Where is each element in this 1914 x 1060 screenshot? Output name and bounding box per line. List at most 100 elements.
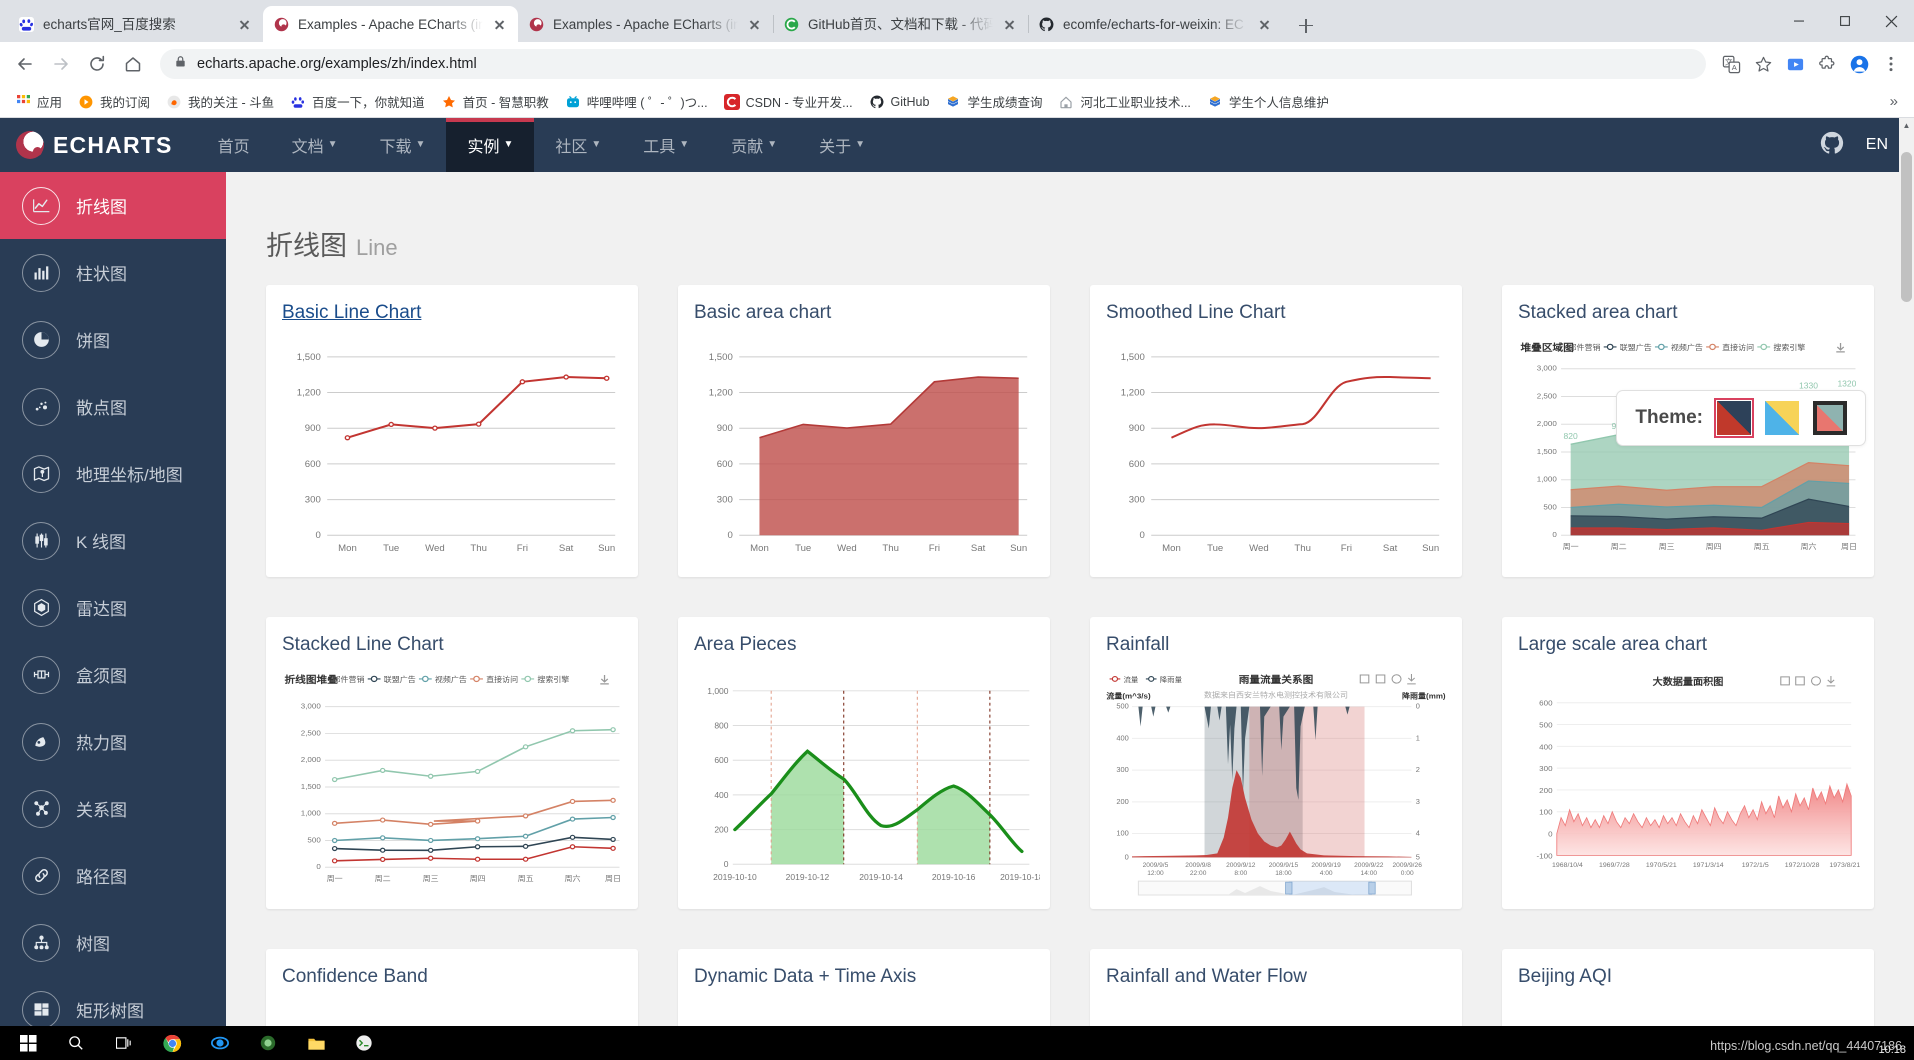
bookmark-apps[interactable]: 应用 [8, 89, 69, 114]
new-tab-button[interactable] [1289, 8, 1323, 42]
example-card[interactable]: Area Pieces 1,000 800 600 400 200 0 2019… [678, 617, 1050, 909]
extension-puzzle-icon[interactable] [1812, 49, 1842, 79]
site-logo[interactable]: ECHARTS [0, 118, 197, 172]
minimize-icon[interactable] [1776, 0, 1822, 42]
example-card[interactable]: Large scale area chart 大数据量面积图 600 500 4… [1502, 617, 1874, 909]
nav-item-home[interactable]: 首页 [197, 118, 271, 172]
sidebar-item-path[interactable]: 路径图 [0, 842, 226, 909]
theme-swatch-blue-yellow[interactable] [1765, 401, 1799, 435]
nav-item-tools[interactable]: 工具 ▼ [622, 118, 710, 172]
sidebar-item-boxplot[interactable]: 盒须图 [0, 641, 226, 708]
bookmark-item[interactable]: 百度一下，你就知道 [283, 89, 432, 114]
theme-swatch-dark-border[interactable] [1813, 401, 1847, 435]
browser-tab[interactable]: echarts官网_百度搜索 [8, 6, 263, 42]
example-card[interactable]: Basic Line Chart 1,500 1,200 900 600 300… [266, 285, 638, 577]
sidebar-item-line[interactable]: 折线图 [0, 172, 226, 239]
svg-text:600: 600 [305, 459, 321, 469]
close-window-icon[interactable] [1868, 0, 1914, 42]
browser-tab-active[interactable]: Examples - Apache ECharts (in [263, 6, 518, 42]
example-card[interactable]: Smoothed Line Chart 1,500 1,200 900 600 … [1090, 285, 1462, 577]
card-title[interactable]: Area Pieces [678, 617, 1050, 669]
theme-selector: Theme: [1616, 390, 1866, 446]
translate-icon[interactable]: 文A [1716, 49, 1746, 79]
chart-datazoom[interactable] [1137, 880, 1412, 896]
bookmark-item[interactable]: 我的订阅 [71, 89, 157, 114]
profile-icon[interactable] [1844, 49, 1874, 79]
card-title[interactable]: Basic Line Chart [266, 285, 638, 337]
example-card[interactable]: Rainfall 流量 降雨量 雨量流量关系图 数据来自西安兰特水电测控技术有限… [1090, 617, 1462, 909]
sidebar-item-scatter[interactable]: 散点图 [0, 373, 226, 440]
close-icon[interactable] [236, 16, 253, 33]
github-icon[interactable] [1820, 131, 1844, 160]
card-title[interactable]: Stacked area chart [1502, 285, 1874, 337]
address-bar[interactable]: echarts.apache.org/examples/zh/index.htm… [160, 49, 1706, 79]
nav-item-about[interactable]: 关于 ▼ [798, 118, 886, 172]
close-icon[interactable] [746, 16, 763, 33]
nav-item-community[interactable]: 社区 ▼ [534, 118, 622, 172]
page-scrollbar[interactable]: ▲ ▼ [1899, 118, 1914, 1058]
close-icon[interactable] [491, 16, 508, 33]
start-button[interactable] [6, 1026, 50, 1060]
card-title[interactable]: Stacked Line Chart [266, 617, 638, 669]
card-title[interactable]: Large scale area chart [1502, 617, 1874, 669]
explorer-taskbar-icon[interactable] [294, 1026, 338, 1060]
close-icon[interactable] [1256, 16, 1273, 33]
card-title[interactable]: Smoothed Line Chart [1090, 285, 1462, 337]
scrollbar-thumb[interactable] [1901, 152, 1912, 302]
chart-stacked-line: 折线图堆叠 邮件营销 联盟广告 视频广告 直接访问 搜索引擎 3,000 2,5… [266, 669, 638, 909]
card-title[interactable]: Confidence Band [266, 949, 638, 1001]
bookmark-item[interactable]: 哔哩哔哩 ( ゜- ゜)つ... [558, 89, 715, 114]
nav-item-docs[interactable]: 文档 ▼ [271, 118, 359, 172]
task-view-icon[interactable] [102, 1026, 146, 1060]
media-icon[interactable] [1780, 49, 1810, 79]
example-card[interactable]: Stacked Line Chart 折线图堆叠 邮件营销 联盟广告 视频广告 [266, 617, 638, 909]
forward-arrow-icon[interactable] [44, 47, 78, 81]
card-title[interactable]: Dynamic Data + Time Axis [678, 949, 1050, 1001]
terminal-taskbar-icon[interactable] [342, 1026, 386, 1060]
bookmark-star-icon[interactable] [1748, 49, 1778, 79]
svg-text:12:00: 12:00 [1147, 870, 1164, 877]
ie-taskbar-icon[interactable] [198, 1026, 242, 1060]
sidebar-item-tree[interactable]: 树图 [0, 909, 226, 976]
bookmark-item[interactable]: 学生个人信息维护 [1200, 89, 1336, 114]
bookmarks-overflow-button[interactable]: » [1882, 93, 1906, 110]
bookmark-item[interactable]: 学生成绩查询 [938, 89, 1049, 114]
example-card[interactable]: Basic area chart 1,500 1,200 900 600 300… [678, 285, 1050, 577]
close-icon[interactable] [1001, 16, 1018, 33]
sidebar-item-bar[interactable]: 柱状图 [0, 239, 226, 306]
browser-tab[interactable]: Examples - Apache ECharts (in [518, 6, 773, 42]
home-icon[interactable] [116, 47, 150, 81]
back-arrow-icon[interactable] [8, 47, 42, 81]
card-title[interactable]: Rainfall and Water Flow [1090, 949, 1462, 1001]
nav-item-download[interactable]: 下载 ▼ [359, 118, 447, 172]
bookmark-item[interactable]: CSDN - 专业开发... [717, 89, 860, 114]
reload-icon[interactable] [80, 47, 114, 81]
card-title[interactable]: Beijing AQI [1502, 949, 1874, 1001]
bookmark-item[interactable]: 首页 - 智慧职教 [434, 89, 556, 114]
search-icon[interactable] [54, 1026, 98, 1060]
language-switch[interactable]: EN [1866, 136, 1888, 154]
chrome-taskbar-icon[interactable] [150, 1026, 194, 1060]
maximize-icon[interactable] [1822, 0, 1868, 42]
sidebar-item-map[interactable]: 地理坐标/地图 [0, 440, 226, 507]
sidebar-item-pie[interactable]: 饼图 [0, 306, 226, 373]
menu-dots-icon[interactable] [1876, 49, 1906, 79]
bookmark-item[interactable]: 我的关注 - 斗鱼 [159, 89, 281, 114]
nav-item-contribute[interactable]: 贡献 ▼ [710, 118, 798, 172]
browser-tab[interactable]: GitHub首页、文档和下载 - 代码 [773, 6, 1028, 42]
sidebar-item-graph[interactable]: 关系图 [0, 775, 226, 842]
sidebar-item-heatmap[interactable]: 热力图 [0, 708, 226, 775]
bookmark-github[interactable]: GitHub [862, 91, 937, 113]
card-title[interactable]: Rainfall [1090, 617, 1462, 669]
card-title[interactable]: Basic area chart [678, 285, 1050, 337]
browser-tab[interactable]: ecomfe/echarts-for-weixin: EC [1028, 6, 1283, 42]
nav-item-examples[interactable]: 实例 ▼ [446, 118, 535, 172]
theme-swatch-dark-red[interactable] [1714, 398, 1754, 438]
chart-toolbox [1780, 675, 1836, 687]
svg-text:200: 200 [1116, 797, 1128, 806]
scroll-up-icon[interactable]: ▲ [1899, 118, 1914, 133]
sidebar-item-radar[interactable]: 雷达图 [0, 574, 226, 641]
sidebar-item-candlestick[interactable]: K 线图 [0, 507, 226, 574]
app-taskbar-icon[interactable] [246, 1026, 290, 1060]
bookmark-item[interactable]: 河北工业职业技术... [1051, 89, 1197, 114]
